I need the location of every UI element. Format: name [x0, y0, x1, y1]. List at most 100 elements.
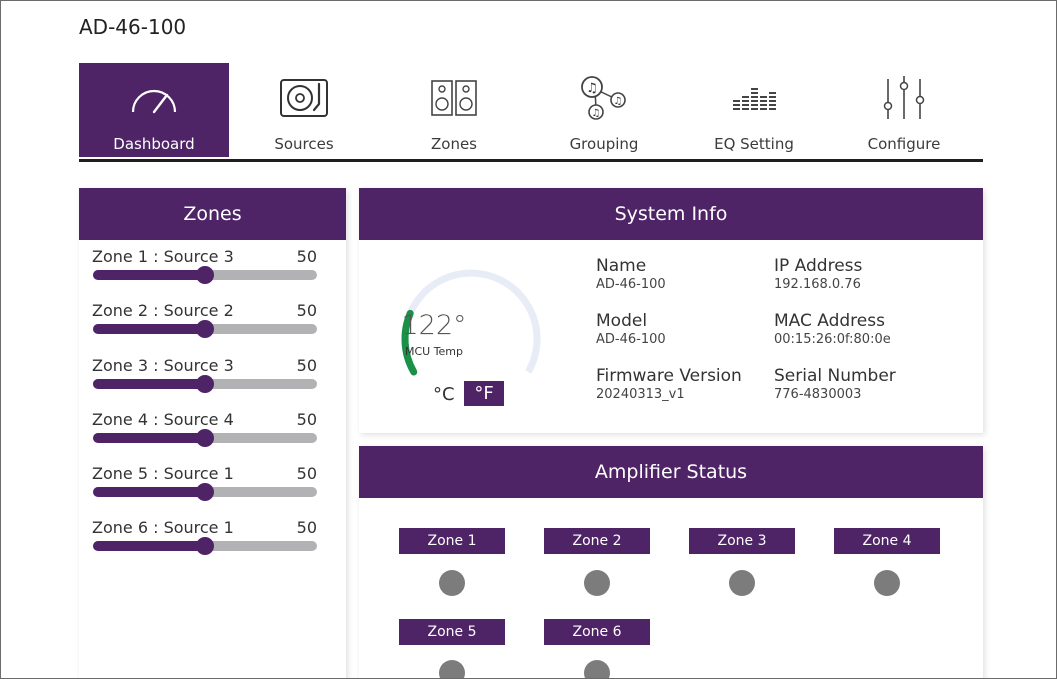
zone-label: Zone 2 : Source 2	[92, 301, 234, 321]
slider-handle[interactable]	[196, 266, 214, 284]
zone-volume-slider[interactable]	[93, 483, 317, 502]
tab-zones[interactable]: Zones	[379, 63, 529, 157]
info-ip: IP Address 192.168.0.76	[774, 256, 862, 293]
system-info-panel: System Info 122° MCU Temp °C °F Name AD-…	[359, 188, 983, 433]
amp-zone-4-status-indicator	[874, 570, 900, 596]
slider-fill	[93, 432, 205, 443]
info-model-label: Model	[596, 311, 648, 331]
slider-handle[interactable]	[196, 428, 214, 447]
zone-volume-value: 50	[296, 464, 317, 484]
system-info-title: System Info	[359, 188, 983, 240]
info-mac-value: 00:15:26:0f:80:0e	[774, 332, 891, 347]
zones-panel: Zones Zone 1 : Source 3 50 Zone 2 : Sour…	[79, 188, 346, 678]
music-group-icon: ♫ ♫ ♫	[529, 73, 679, 123]
slider-handle[interactable]	[196, 537, 214, 556]
tab-label: Dashboard	[113, 135, 195, 153]
slider-handle[interactable]	[196, 483, 214, 502]
amp-zone-6-status-indicator	[584, 660, 610, 678]
tab-label: Sources	[274, 135, 334, 153]
equalizer-icon	[679, 73, 829, 123]
slider-handle[interactable]	[196, 374, 214, 393]
zone-row: Zone 3 : Source 3 50	[79, 349, 346, 403]
tab-sources[interactable]: Sources	[229, 63, 379, 157]
zone-volume-slider[interactable]	[93, 537, 317, 556]
zone-volume-value: 50	[296, 409, 317, 429]
amp-zone-3-label: Zone 3	[689, 528, 795, 554]
slider-fill	[93, 378, 205, 389]
amp-zone-1-label: Zone 1	[399, 528, 505, 554]
info-firmware-label: Firmware Version	[596, 366, 742, 386]
slider-fill	[93, 270, 205, 280]
amp-zone-4-label: Zone 4	[834, 528, 940, 554]
zone-volume-slider[interactable]	[93, 374, 317, 393]
info-serial-value: 776-4830003	[774, 387, 862, 402]
info-firmware-value: 20240313_v1	[596, 387, 685, 402]
zone-volume-slider[interactable]	[93, 428, 317, 447]
amp-zone-5-label: Zone 5	[399, 619, 505, 645]
zone-volume-value: 50	[296, 355, 317, 375]
speedometer-icon	[79, 73, 229, 123]
mcu-temp-label: MCU Temp	[404, 345, 464, 358]
zone-volume-slider[interactable]	[93, 266, 317, 284]
amp-zone-2-status-indicator	[584, 570, 610, 596]
tab-label: Configure	[867, 135, 941, 153]
tab-configure[interactable]: Configure	[829, 63, 979, 157]
svg-text:♫: ♫	[592, 108, 601, 119]
turntable-icon	[229, 73, 379, 123]
zone-volume-value: 50	[296, 247, 317, 266]
amplifier-status-panel: Amplifier Status Zone 1 Zone 2 Zone 3 Zo…	[359, 446, 983, 678]
info-name-label: Name	[596, 256, 647, 276]
info-mac-label: MAC Address	[774, 311, 885, 331]
tab-dashboard[interactable]: Dashboard	[79, 63, 229, 157]
info-firmware: Firmware Version 20240313_v1	[596, 366, 742, 403]
info-ip-value: 192.168.0.76	[774, 277, 861, 292]
zone-row: Zone 6 : Source 1 50	[79, 511, 346, 565]
zones-panel-title: Zones	[79, 188, 346, 240]
amp-zone-2-label: Zone 2	[544, 528, 650, 554]
speakers-icon	[379, 73, 529, 123]
zone-volume-value: 50	[296, 518, 317, 538]
info-model-value: AD-46-100	[596, 332, 666, 347]
slider-handle[interactable]	[196, 320, 214, 339]
info-serial-label: Serial Number	[774, 366, 896, 386]
slider-fill	[93, 487, 205, 498]
device-name: AD-46-100	[79, 15, 187, 39]
info-model: Model AD-46-100	[596, 311, 666, 348]
fahrenheit-toggle[interactable]: °F	[464, 381, 504, 406]
zone-label: Zone 4 : Source 4	[92, 409, 234, 429]
zone-label: Zone 3 : Source 3	[92, 355, 234, 375]
zone-row: Zone 4 : Source 4 50	[79, 403, 346, 457]
zone-list: Zone 1 : Source 3 50 Zone 2 : Source 2 5…	[79, 240, 346, 566]
zone-label: Zone 6 : Source 1	[92, 518, 234, 538]
tab-label: Grouping	[569, 135, 639, 153]
amp-zone-6-label: Zone 6	[544, 619, 650, 645]
amp-zone-1-status-indicator	[439, 570, 465, 596]
celsius-toggle[interactable]: °C	[433, 384, 455, 405]
zone-row: Zone 2 : Source 2 50	[79, 294, 346, 348]
slider-fill	[93, 324, 205, 335]
info-ip-label: IP Address	[774, 256, 863, 276]
mcu-temp-value: 122°	[401, 310, 467, 341]
app-window: AD-46-100 Dashboard Sources Zones ♫ ♫ ♫ …	[0, 0, 1057, 679]
main-nav: Dashboard Sources Zones ♫ ♫ ♫ Grouping E…	[79, 63, 983, 162]
tab-grouping[interactable]: ♫ ♫ ♫ Grouping	[529, 63, 679, 157]
amplifier-status-title: Amplifier Status	[359, 446, 983, 498]
zone-row: Zone 5 : Source 1 50	[79, 457, 346, 511]
zone-label: Zone 1 : Source 3	[92, 247, 234, 266]
amp-zone-3-status-indicator	[729, 570, 755, 596]
svg-text:♫: ♫	[586, 81, 598, 96]
tab-eq-setting[interactable]: EQ Setting	[679, 63, 829, 157]
info-name: Name AD-46-100	[596, 256, 666, 293]
slider-fill	[93, 541, 205, 552]
info-name-value: AD-46-100	[596, 277, 666, 292]
tab-label: Zones	[430, 135, 477, 153]
tab-label: EQ Setting	[714, 135, 794, 153]
zone-volume-value: 50	[296, 301, 317, 321]
zone-volume-slider[interactable]	[93, 320, 317, 339]
svg-text:♫: ♫	[614, 96, 623, 107]
zone-row: Zone 1 : Source 3 50	[79, 240, 346, 294]
zone-label: Zone 5 : Source 1	[92, 464, 234, 484]
info-serial: Serial Number 776-4830003	[774, 366, 896, 403]
info-mac: MAC Address 00:15:26:0f:80:0e	[774, 311, 891, 348]
sliders-icon	[829, 73, 979, 123]
